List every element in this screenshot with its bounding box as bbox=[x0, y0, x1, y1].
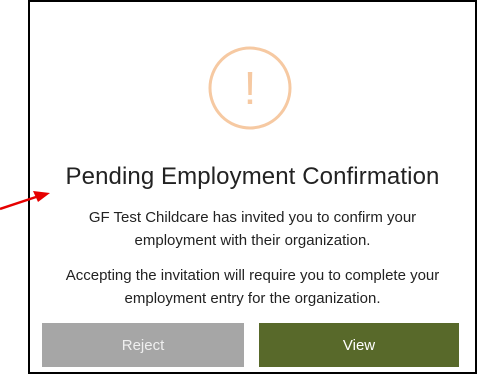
warning-glyph: ! bbox=[244, 62, 257, 114]
accept-message: Accepting the invitation will require yo… bbox=[65, 267, 440, 307]
warning-circle-icon: ! bbox=[208, 46, 292, 130]
reject-button-label: Reject bbox=[121, 336, 165, 354]
dialog-top-border bbox=[28, 0, 477, 2]
red-arrow-icon bbox=[0, 191, 50, 211]
view-button[interactable]: View bbox=[259, 323, 459, 367]
screenshot-stage: ! Pending Employment Confirmation GF Tes… bbox=[0, 0, 496, 376]
dialog-title: Pending Employment Confirmation bbox=[65, 163, 440, 190]
view-button-label: View bbox=[342, 336, 376, 354]
invite-message: GF Test Childcare has invited you to con… bbox=[88, 209, 417, 249]
reject-button[interactable]: Reject bbox=[42, 323, 244, 367]
